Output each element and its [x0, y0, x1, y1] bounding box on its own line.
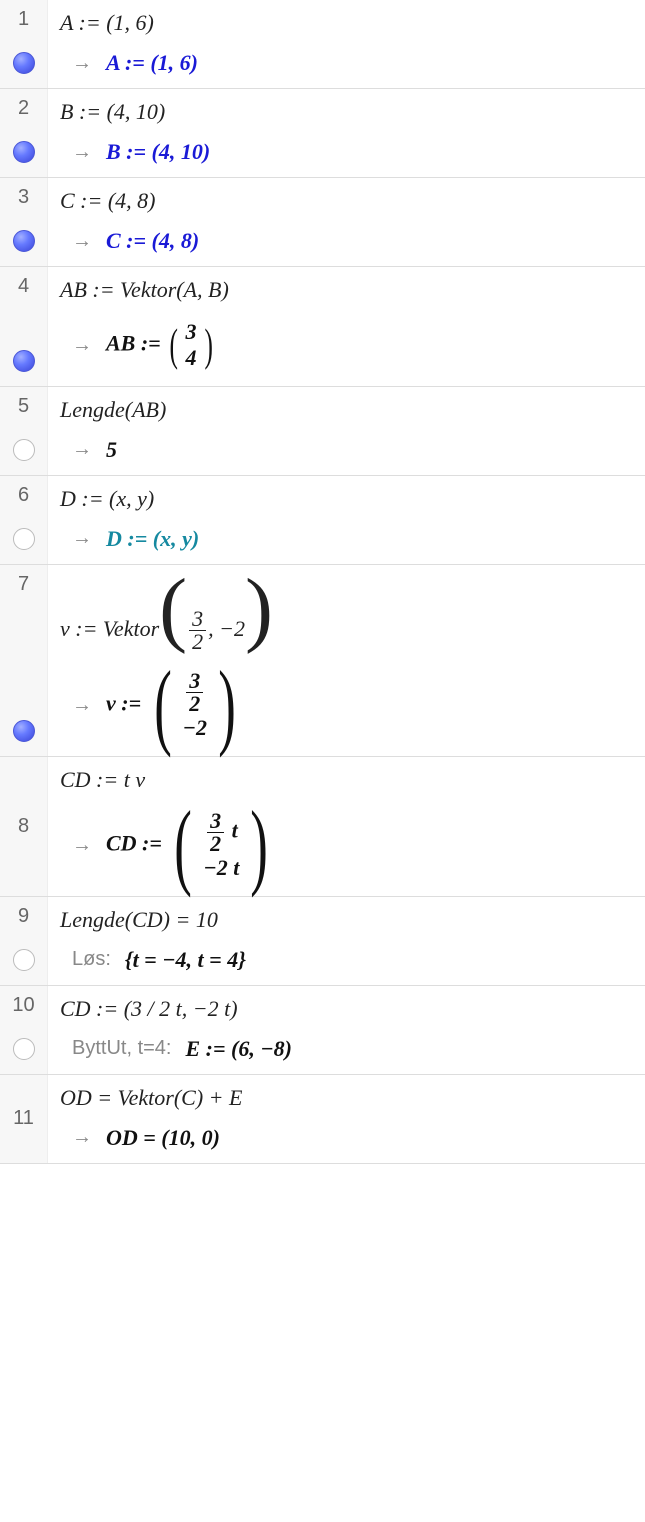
output-value: AB := (34) [106, 317, 216, 374]
visibility-toggle-icon[interactable] [13, 350, 35, 372]
row-number: 1 [18, 8, 29, 31]
cas-row[interactable]: 3 C := (4, 8) → C := (4, 8) [0, 178, 645, 267]
row-gutter: 1 [0, 0, 48, 88]
input-expression[interactable]: C := (4, 8) [60, 188, 633, 214]
output-value: v := (32−2) [106, 667, 243, 744]
row-number: 2 [18, 97, 29, 120]
cas-row[interactable]: 9 Lengde(CD) = 10 Løs: {t = −4, t = 4} [0, 897, 645, 986]
cas-row[interactable]: 5Lengde(AB)→5 [0, 387, 645, 476]
row-number: 10 [12, 994, 34, 1017]
input-expression[interactable]: OD = Vektor(C) + E [60, 1085, 633, 1111]
visibility-toggle-icon[interactable] [13, 230, 35, 252]
input-expression[interactable]: Lengde(AB) [60, 397, 633, 423]
input-expression[interactable]: B := (4, 10) [60, 99, 633, 125]
cas-row[interactable]: 1 A := (1, 6) → A := (1, 6) [0, 0, 645, 89]
visibility-toggle-icon[interactable] [13, 528, 35, 550]
input-expression[interactable]: v := Vektor(32, −2) [60, 575, 633, 653]
output-expression: → B := (4, 10) [60, 139, 633, 165]
output-arrow-icon: → [72, 141, 92, 164]
output-arrow-icon: → [72, 694, 92, 717]
output-value: B := (4, 10) [106, 139, 210, 165]
visibility-toggle-icon[interactable] [13, 439, 35, 461]
output-arrow-icon: → [72, 52, 92, 75]
cas-row[interactable]: 11 OD = Vektor(C) + E → OD = (10, 0) [0, 1075, 645, 1164]
row-content[interactable]: A := (1, 6) → A := (1, 6) [48, 0, 645, 88]
output-arrow-icon: → [72, 438, 92, 461]
row-number: 11 [13, 1107, 34, 1130]
output-value: {t = −4, t = 4} [125, 947, 246, 973]
row-number: 3 [18, 186, 29, 209]
output-arrow-icon: → [72, 334, 92, 357]
row-number: 5 [18, 395, 29, 418]
row-number: 8 [18, 815, 29, 838]
output-value: D := (x, y) [106, 526, 199, 552]
cas-row[interactable]: 4 AB := Vektor(A, B) → AB := (34) [0, 267, 645, 387]
row-gutter: 4 [0, 267, 48, 386]
output-value: E := (6, −8) [185, 1036, 292, 1062]
output-expression: → CD := (32 t−2 t) [60, 807, 633, 884]
output-expression: → C := (4, 8) [60, 228, 633, 254]
visibility-toggle-icon[interactable] [13, 720, 35, 742]
output-value: OD = (10, 0) [106, 1125, 220, 1151]
row-gutter: 7 [0, 565, 48, 756]
output-expression: → D := (x, y) [60, 526, 633, 552]
row-number: 4 [18, 275, 29, 298]
row-content[interactable]: CD := t v → CD := (32 t−2 t) [48, 757, 645, 896]
output-value: CD := (32 t−2 t) [106, 807, 275, 884]
row-gutter: 8 [0, 757, 48, 896]
row-gutter: 2 [0, 89, 48, 177]
cas-row[interactable]: 10 CD := (3 / 2 t, −2 t) ByttUt, t=4: E := … [0, 986, 645, 1075]
row-content[interactable]: C := (4, 8) → C := (4, 8) [48, 178, 645, 266]
visibility-toggle-icon[interactable] [13, 52, 35, 74]
input-expression[interactable]: AB := Vektor(A, B) [60, 277, 633, 303]
cas-row[interactable]: 2 B := (4, 10) → B := (4, 10) [0, 89, 645, 178]
output-value: 5 [106, 437, 117, 463]
row-gutter: 6 [0, 476, 48, 564]
row-content[interactable]: Lengde(AB)→5 [48, 387, 645, 475]
row-content[interactable]: AB := Vektor(A, B) → AB := (34) [48, 267, 645, 386]
output-expression: ByttUt, t=4: E := (6, −8) [60, 1036, 633, 1062]
output-arrow-icon: → [72, 834, 92, 857]
cas-row[interactable]: 6 D := (x, y) → D := (x, y) [0, 476, 645, 565]
cas-row[interactable]: 7 v := Vektor(32, −2) → v := (32−2) [0, 565, 645, 757]
output-arrow-icon: → [72, 527, 92, 550]
row-content[interactable]: CD := (3 / 2 t, −2 t) ByttUt, t=4: E := (6… [48, 986, 645, 1074]
row-number: 6 [18, 484, 29, 507]
row-gutter: 3 [0, 178, 48, 266]
row-number: 9 [18, 905, 29, 928]
visibility-toggle-icon[interactable] [13, 141, 35, 163]
input-expression[interactable]: CD := (3 / 2 t, −2 t) [60, 996, 633, 1022]
visibility-toggle-icon[interactable] [13, 1038, 35, 1060]
row-content[interactable]: D := (x, y) → D := (x, y) [48, 476, 645, 564]
output-arrow-icon: → [72, 1126, 92, 1149]
output-expression: →5 [60, 437, 633, 463]
input-expression[interactable]: A := (1, 6) [60, 10, 633, 36]
row-gutter: 10 [0, 986, 48, 1074]
output-expression: → v := (32−2) [60, 667, 633, 744]
output-expression: → A := (1, 6) [60, 50, 633, 76]
cas-row[interactable]: 8 CD := t v → CD := (32 t−2 t) [0, 757, 645, 897]
row-content[interactable]: B := (4, 10) → B := (4, 10) [48, 89, 645, 177]
row-gutter: 9 [0, 897, 48, 985]
output-expression: Løs: {t = −4, t = 4} [60, 947, 633, 973]
output-expression: → OD = (10, 0) [60, 1125, 633, 1151]
row-content[interactable]: OD = Vektor(C) + E → OD = (10, 0) [48, 1075, 645, 1163]
output-value: A := (1, 6) [106, 50, 198, 76]
input-expression[interactable]: CD := t v [60, 767, 633, 793]
input-expression[interactable]: D := (x, y) [60, 486, 633, 512]
row-number: 7 [18, 573, 29, 596]
visibility-toggle-icon[interactable] [13, 949, 35, 971]
input-expression[interactable]: Lengde(CD) = 10 [60, 907, 633, 933]
row-gutter: 11 [0, 1075, 48, 1163]
row-content[interactable]: Lengde(CD) = 10 Løs: {t = −4, t = 4} [48, 897, 645, 985]
output-arrow-icon: → [72, 230, 92, 253]
row-gutter: 5 [0, 387, 48, 475]
row-content[interactable]: v := Vektor(32, −2) → v := (32−2) [48, 565, 645, 756]
output-expression: → AB := (34) [60, 317, 633, 374]
output-prefix: ByttUt, t=4: [72, 1037, 171, 1060]
output-prefix: Løs: [72, 948, 111, 971]
output-value: C := (4, 8) [106, 228, 199, 254]
